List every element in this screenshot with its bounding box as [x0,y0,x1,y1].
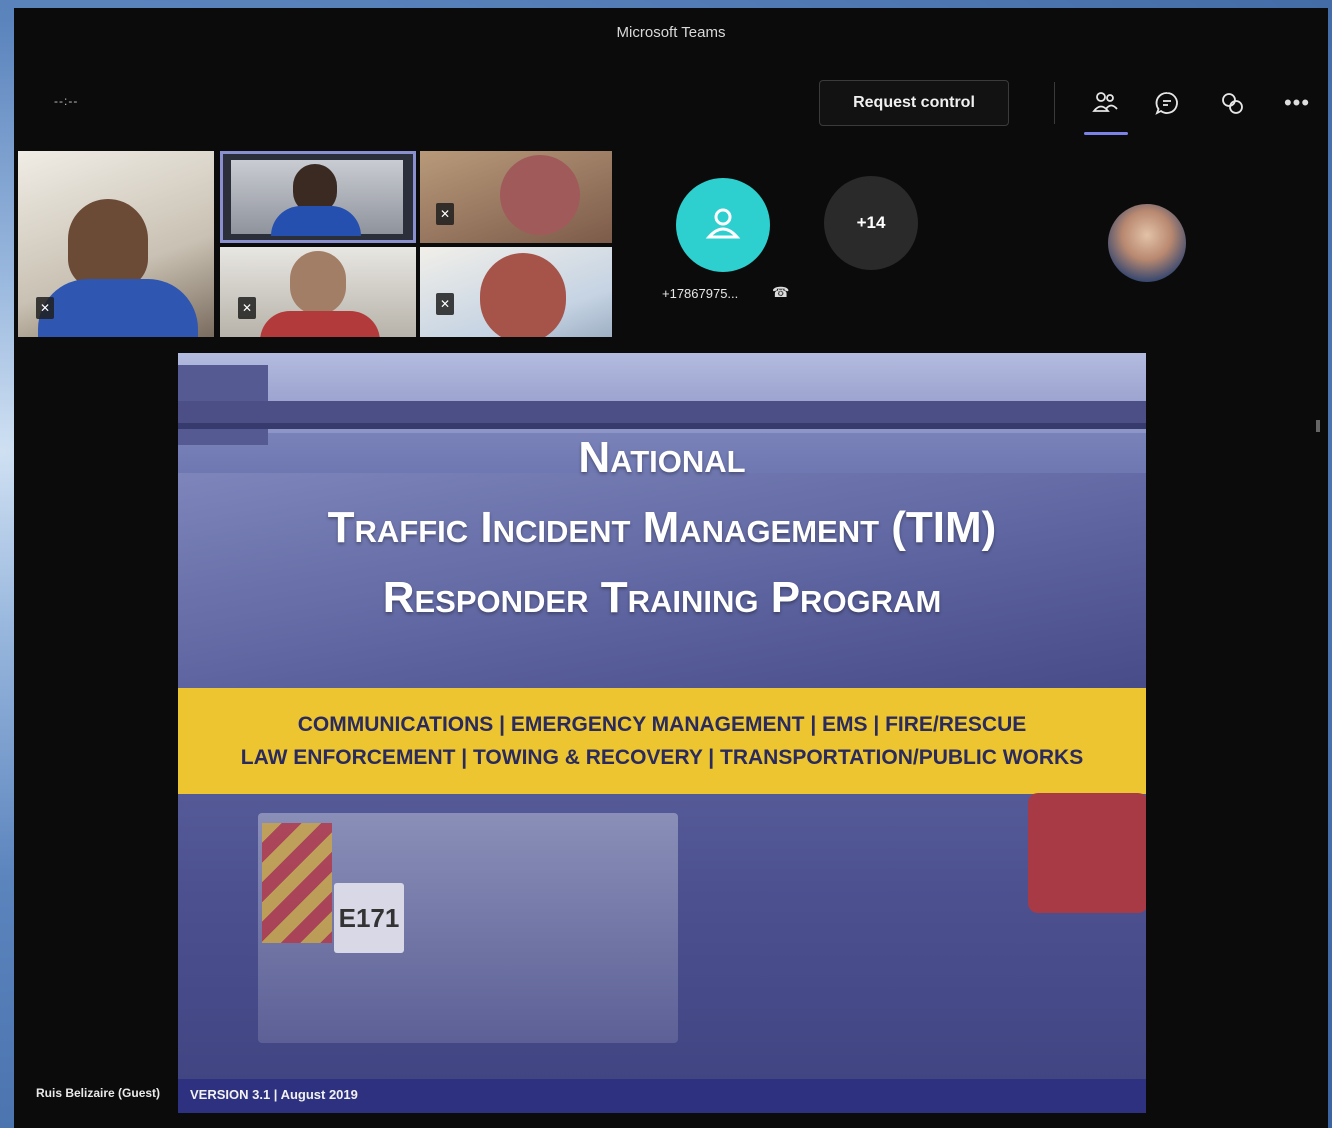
more-options-icon[interactable]: ••• [1282,88,1312,118]
video-tile-3[interactable]: ✕ [420,151,612,243]
red-vehicle-image [1028,793,1146,913]
window-title: Microsoft Teams [616,23,726,41]
request-control-button[interactable]: Request control [819,80,1009,126]
people-tab-indicator [1084,132,1128,135]
video-tile-2[interactable] [220,151,416,243]
chat-icon[interactable] [1152,88,1182,118]
participant-shirt [271,206,361,236]
overflow-count: +14 [856,213,886,232]
mic-muted-icon: ✕ [36,297,54,319]
phone-participant-avatar[interactable] [676,178,770,272]
person-icon [705,208,741,239]
video-tile-1[interactable]: ✕ [18,151,214,337]
meeting-timer: --:-- [54,94,79,108]
reactions-icon[interactable] [1217,88,1247,118]
phone-participant-label: +17867975... [662,286,739,301]
truck-chevrons [262,823,332,943]
shared-slide: National Traffic Incident Management (TI… [178,353,1146,1113]
scroll-indicator[interactable] [1316,420,1320,432]
fire-truck-image: E171 [258,813,678,1043]
slide-title-line-1: National [578,433,746,482]
participant-head [500,155,580,235]
participant-head [480,253,566,337]
participant-head [68,199,148,289]
teams-window: Microsoft Teams --:-- Request control ••… [14,8,1328,1128]
presenter-avatar[interactable] [1108,204,1186,282]
slide-title: National Traffic Incident Management (TI… [178,423,1146,633]
presenter-name-label: Ruis Belizaire (Guest) [36,1086,161,1100]
slide-footer: VERSION 3.1 | August 2019 [178,1079,1146,1113]
participant-shirt [38,279,198,337]
slide-disciplines-band: COMMUNICATIONS | EMERGENCY MANAGEMENT | … [178,688,1146,794]
phone-icon: ☎ [772,284,790,300]
disciplines-row-2: LAW ENFORCEMENT | TOWING & RECOVERY | TR… [240,746,1084,769]
mic-muted-icon: ✕ [238,297,256,319]
toolbar-divider [1054,82,1055,124]
mic-muted-icon: ✕ [436,293,454,315]
participant-shirt [260,311,380,337]
title-bar: Microsoft Teams [14,8,1328,56]
truck-label: E171 [334,883,404,953]
slide-title-line-3: Responder Training Program [382,573,942,622]
slide-overpass [178,401,1146,423]
video-tile-5[interactable]: ✕ [420,247,612,337]
slide-title-line-2: Traffic Incident Management (TIM) [327,503,997,552]
mic-muted-icon: ✕ [436,203,454,225]
overflow-participants-button[interactable]: +14 [824,176,918,270]
slide-version: VERSION 3.1 | August 2019 [190,1087,358,1102]
meeting-toolbar: --:-- Request control ••• [14,66,1328,136]
people-icon[interactable] [1090,88,1120,118]
disciplines-row-1: COMMUNICATIONS | EMERGENCY MANAGEMENT | … [297,713,1027,736]
participant-head [290,251,346,315]
video-tile-4[interactable]: ✕ [220,247,416,337]
